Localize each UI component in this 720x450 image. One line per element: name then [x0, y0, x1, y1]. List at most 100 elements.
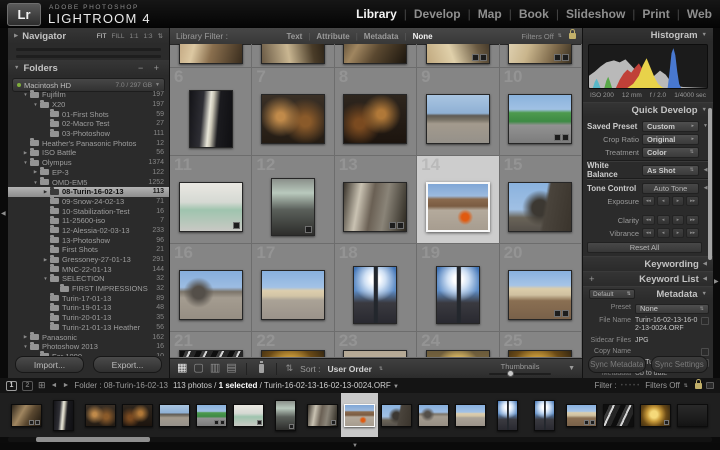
filmstrip-thumbnail[interactable]	[677, 404, 708, 427]
photo-thumbnail[interactable]	[508, 44, 572, 64]
histogram-graph[interactable]	[588, 44, 708, 89]
photo-thumbnail[interactable]	[508, 270, 572, 320]
filter-tab-metadata[interactable]: Metadata	[364, 32, 399, 41]
vibrance-step-button[interactable]: ▸	[672, 228, 685, 238]
sync-settings-button[interactable]: Sync Settings	[651, 356, 709, 373]
vibrance-step-button[interactable]: ◂	[657, 228, 670, 238]
filmstrip-item-9[interactable]	[304, 393, 341, 437]
filmstrip-thumbnail[interactable]	[122, 404, 153, 427]
thumbnail-badge-icon[interactable]	[472, 54, 479, 61]
treatment-dropdown[interactable]: Color⇅	[642, 147, 699, 158]
metadata-header[interactable]: Default⇅ Metadata ▼	[583, 286, 713, 301]
folder-row[interactable]: MNC-22-01-13144	[8, 264, 169, 274]
grid-view-shortcut-icon[interactable]: ⊞	[38, 380, 46, 391]
filmstrip-thumbnail[interactable]	[307, 404, 338, 427]
module-develop[interactable]: Develop	[414, 7, 461, 21]
photo-thumbnail[interactable]	[343, 44, 407, 64]
grid-cell[interactable]	[170, 44, 252, 67]
import-button[interactable]: Import...	[15, 356, 84, 373]
keywording-header[interactable]: Keywording ◀	[583, 256, 713, 271]
filmstrip-thumbnail[interactable]	[233, 404, 264, 427]
module-print[interactable]: Print	[642, 7, 669, 21]
thumbnail-badge-icon[interactable]	[305, 226, 312, 233]
filmstrip-item-8[interactable]	[267, 393, 304, 437]
filmstrip-item-5[interactable]	[156, 393, 193, 437]
export-button[interactable]: Export...	[93, 356, 162, 373]
grid-cell-18[interactable]: 18	[335, 244, 417, 331]
filmstrip-item-12[interactable]	[415, 393, 452, 437]
thumbnail-badge-icon[interactable]	[480, 54, 487, 61]
module-book[interactable]: Book	[519, 7, 549, 21]
slider-knob[interactable]	[507, 370, 514, 377]
clarity-step-button[interactable]: ▸	[672, 215, 685, 225]
filmstrip-item-18[interactable]	[637, 393, 674, 437]
filmstrip-status[interactable]: 113 photos / 1 selected / Turin-16-02-13…	[173, 381, 399, 390]
filmstrip-thumbnail[interactable]	[53, 400, 74, 431]
grid-cell-19[interactable]: 19	[417, 244, 499, 331]
saved-preset-dropdown[interactable]: Custom▸	[642, 121, 699, 132]
thumbnail-badge-icon[interactable]	[562, 134, 569, 141]
exposure-step-button[interactable]: ◂◂	[642, 196, 655, 206]
filter-tab-text[interactable]: Text	[286, 32, 302, 41]
photo-thumbnail[interactable]	[353, 266, 397, 324]
photo-thumbnail[interactable]	[508, 350, 572, 357]
photo-thumbnail[interactable]	[426, 182, 490, 232]
photo-thumbnail[interactable]	[261, 270, 325, 320]
filmstrip-thumbnail[interactable]	[497, 400, 518, 431]
sort-direction-icon[interactable]: ⇅	[286, 363, 294, 374]
thumbnail-badge-icon[interactable]	[562, 54, 569, 61]
vibrance-step-button[interactable]: ▸▸	[686, 228, 699, 238]
filmstrip-scrollbar[interactable]	[36, 437, 150, 442]
thumbnail-badge-icon[interactable]	[562, 310, 569, 317]
left-panel-collapse-strip[interactable]: ◀	[0, 28, 8, 378]
filmstrip-item-19[interactable]	[674, 393, 711, 437]
rating-filter-stars[interactable]: •••••	[621, 383, 642, 389]
thumbnail-badge-icon[interactable]	[389, 222, 396, 229]
grid-cell[interactable]	[252, 44, 334, 67]
grid-cell-7[interactable]: 7	[252, 68, 334, 155]
exposure-step-button[interactable]: ▸	[672, 196, 685, 206]
folder-row[interactable]: FIRST IMPRESSIONS32	[8, 284, 169, 294]
clarity-step-button[interactable]: ▸▸	[686, 215, 699, 225]
zoom-option-1-1[interactable]: 1:1	[129, 33, 138, 40]
toolbar-chevron-icon[interactable]: ▼	[568, 365, 575, 372]
histogram-header[interactable]: Histogram ▼	[583, 28, 713, 42]
photo-thumbnail[interactable]	[179, 44, 243, 64]
photo-thumbnail[interactable]	[343, 94, 407, 144]
folder-row[interactable]: Turin-19-01-1348	[8, 303, 169, 313]
zoom-option-1-3[interactable]: 1:3	[144, 33, 153, 40]
metadata-preset-dropdown[interactable]: None⇅	[635, 304, 709, 314]
folder-row[interactable]: ▶ISO Battle56	[8, 148, 169, 158]
thumbnail-badge-icon[interactable]	[554, 310, 561, 317]
folder-row[interactable]: 12-Alessia-02-03-13233	[8, 226, 169, 236]
filmstrip-item-3[interactable]	[82, 393, 119, 437]
filmstrip-filter-value[interactable]: Filters Off	[645, 381, 680, 390]
zoom-more-icon[interactable]: ⇅	[158, 32, 163, 40]
folder-row[interactable]: 11-25600-iso7	[8, 216, 169, 226]
photo-thumbnail[interactable]	[179, 182, 243, 232]
filmstrip-item-1[interactable]	[8, 393, 45, 437]
folder-row[interactable]: Turin-17-01-1389	[8, 293, 169, 303]
folder-row[interactable]: ▼OMD-EM51252	[8, 177, 169, 187]
vibrance-step-button[interactable]: ◂◂	[642, 228, 655, 238]
photo-thumbnail[interactable]	[261, 44, 325, 64]
photo-thumbnail[interactable]	[436, 266, 480, 324]
folder-row[interactable]: ▼Fujifilm197	[8, 90, 169, 100]
folder-row[interactable]: 10-Stabilization-Test16	[8, 206, 169, 216]
grid-view-icon[interactable]: ▦	[177, 363, 187, 374]
filmstrip-thumbnail[interactable]	[344, 404, 375, 427]
go-to-file-icon[interactable]	[701, 317, 709, 325]
filmstrip-item-15[interactable]	[526, 393, 563, 437]
folder-row[interactable]: ▶08-Turin-16-02-13113	[8, 187, 169, 197]
filmstrip-item-7[interactable]	[230, 393, 267, 437]
grid-cell-9[interactable]: 9	[417, 68, 499, 155]
filmstrip-collapse-icon[interactable]: ▼	[352, 443, 358, 449]
photo-thumbnail[interactable]	[343, 182, 407, 232]
grid-cell-10[interactable]: 10	[500, 68, 582, 155]
folder-row[interactable]: First Shots21	[8, 245, 169, 255]
filmstrip-item-14[interactable]	[489, 393, 526, 437]
crop-ratio-dropdown[interactable]: Original▸	[642, 134, 699, 145]
thumbnail-size-slider[interactable]	[489, 373, 551, 375]
panel-toggle-icon[interactable]	[706, 382, 714, 389]
filmstrip-thumbnail[interactable]	[196, 404, 227, 427]
